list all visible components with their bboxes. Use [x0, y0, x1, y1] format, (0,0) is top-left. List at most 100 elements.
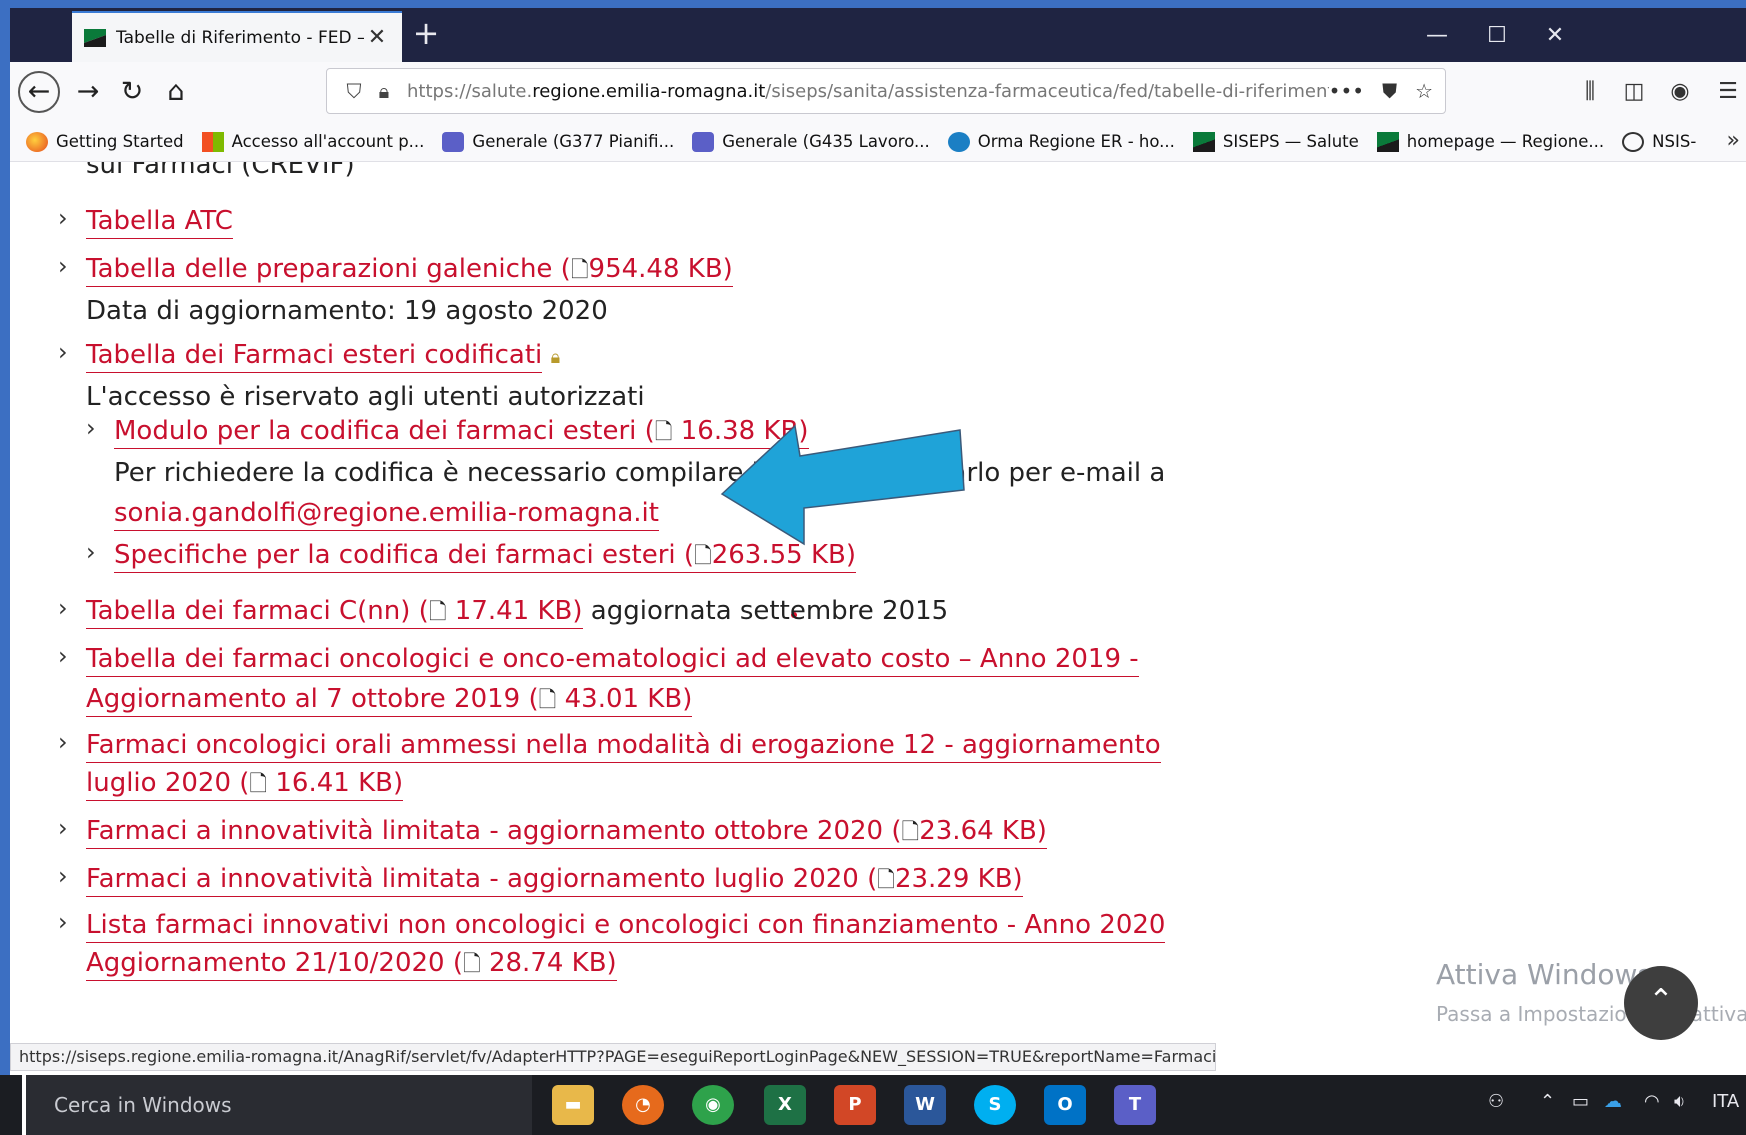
chevron-right-icon: ›: [58, 814, 68, 842]
teams-icon[interactable]: T: [1114, 1085, 1156, 1125]
bookmark-label: Getting Started: [56, 132, 184, 151]
link-farmaci-esteri[interactable]: Tabella dei Farmaci esteri codificati: [86, 340, 543, 373]
chrome-icon[interactable]: ◉: [692, 1085, 734, 1125]
bookmark-label: Orma Regione ER - ho...: [977, 132, 1175, 151]
page-content: sui Farmaci (CREVIF) › Tabella ATC › Tab…: [10, 162, 1746, 1055]
bookmarks-bar: Getting Started Accesso all'account p... G…: [10, 122, 1746, 162]
window-frame-left: [0, 0, 10, 1135]
more-bookmarks-icon[interactable]: »: [1727, 128, 1740, 153]
chevron-right-icon: ›: [58, 642, 68, 670]
maximize-button[interactable]: ☐: [1472, 18, 1522, 54]
activate-windows-title: Attiva Windows: [1436, 958, 1653, 991]
close-tab-icon[interactable]: ✕: [364, 25, 390, 50]
language-indicator[interactable]: ITA: [1712, 1091, 1739, 1112]
chevron-up-icon[interactable]: ⌃: [1540, 1091, 1555, 1112]
title-bar: Tabelle di Riferimento - FED — ✕ + — ☐ ✕: [10, 8, 1746, 62]
chevron-right-icon: ›: [58, 862, 68, 890]
scroll-to-top-button[interactable]: ⌃: [1624, 966, 1698, 1040]
link-oncologici-orali-line2[interactable]: luglio 2020 (🗋 16.41 KB): [86, 768, 404, 801]
cnn-note: aggiornata settembre 2015: [590, 596, 949, 626]
lock-icon[interactable]: 🔒︎: [369, 79, 399, 103]
link-oncologici-line2[interactable]: Aggiornamento al 7 ottobre 2019 (🗋 43.01…: [86, 684, 693, 717]
file-icon: 🗋: [877, 868, 895, 893]
powerpoint-icon[interactable]: P: [834, 1085, 876, 1125]
account-icon[interactable]: ◉: [1662, 74, 1698, 110]
shield-icon[interactable]: ⛉: [339, 79, 369, 103]
file-icon: 🗋: [901, 820, 920, 845]
bookmark-item[interactable]: SISEPS — Salute: [1192, 131, 1359, 152]
link-oncologici-line1[interactable]: Tabella dei farmaci oncologici e onco-em…: [86, 644, 1139, 677]
link-oncologici-orali-line1[interactable]: Farmaci oncologici orali ammessi nella m…: [86, 730, 1161, 763]
home-button[interactable]: ⌂: [156, 72, 196, 112]
excel-icon[interactable]: X: [764, 1085, 806, 1125]
bookmark-item[interactable]: homepage — Regione...: [1376, 131, 1605, 152]
link-tabella-atc[interactable]: Tabella ATC: [86, 206, 233, 239]
forward-button[interactable]: →: [68, 72, 108, 112]
chevron-right-icon: ›: [58, 728, 68, 756]
chevron-right-icon: ›: [86, 414, 96, 442]
new-tab-button[interactable]: +: [408, 16, 444, 52]
skype-icon[interactable]: S: [974, 1085, 1016, 1125]
library-icon[interactable]: ⫼: [1572, 74, 1608, 110]
outlook-icon[interactable]: O: [1044, 1085, 1086, 1125]
people-icon[interactable]: ⚇: [1488, 1091, 1504, 1112]
menu-icon[interactable]: ☰: [1710, 74, 1746, 110]
battery-icon[interactable]: ▭: [1572, 1091, 1589, 1112]
onedrive-icon[interactable]: ☁: [1604, 1091, 1622, 1112]
bookmark-label: Generale (G377 Pianifi...: [472, 132, 675, 151]
windows-search-box[interactable]: Cerca in Windows: [22, 1075, 532, 1135]
partial-heading: sui Farmaci (CREVIF): [86, 162, 355, 180]
firefox-icon[interactable]: ◔: [622, 1085, 664, 1125]
close-window-button[interactable]: ✕: [1530, 18, 1580, 54]
chevron-right-icon: ›: [58, 252, 68, 280]
reload-button[interactable]: ↻: [112, 72, 152, 112]
back-button[interactable]: ←: [18, 71, 60, 113]
link-farmaci-cnn[interactable]: Tabella dei farmaci C(nn) (🗋 17.41 KB): [86, 596, 583, 629]
word-icon[interactable]: W: [904, 1085, 946, 1125]
minimize-button[interactable]: —: [1412, 18, 1462, 54]
email-link[interactable]: sonia.gandolfi@regione.emilia-romagna.it: [114, 498, 659, 531]
bookmark-item[interactable]: Generale (G377 Pianifi...: [442, 131, 675, 152]
annotation-arrow: [720, 424, 965, 546]
volume-icon[interactable]: 🔉︎: [1674, 1091, 1685, 1112]
page-actions-icon[interactable]: •••: [1329, 79, 1364, 103]
bookmark-label: NSIS-: [1652, 132, 1697, 151]
bookmark-item[interactable]: Accesso all'account p...: [201, 131, 424, 152]
excel-file-icon: 🗋: [428, 600, 447, 625]
status-bar-url: https://siseps.regione.emilia-romagna.it…: [10, 1043, 1216, 1071]
bookmark-item[interactable]: Orma Regione ER - ho...: [947, 131, 1175, 152]
navigation-bar: ← → ↻ ⌂ ⛉ 🔒︎ https://salute.regione.emil…: [10, 62, 1746, 122]
teams-icon: [692, 131, 715, 152]
link-lista-innovativi-line2[interactable]: Aggiornamento 21/10/2020 (🗋 28.74 KB): [86, 948, 617, 981]
link-innovativita-luglio[interactable]: Farmaci a innovatività limitata - aggior…: [86, 864, 1023, 897]
bookmark-label: homepage — Regione...: [1406, 132, 1605, 151]
link-lista-innovativi-line1[interactable]: Lista farmaci innovativi non oncologici …: [86, 910, 1166, 943]
taskbar: Cerca in Windows ▬ ◔ ◉ X P W S O T ⚇ ⌃ ▭…: [0, 1075, 1746, 1135]
excel-file-icon: 🗋: [538, 688, 557, 713]
link-galeniche[interactable]: Tabella delle preparazioni galeniche (🗋9…: [86, 254, 733, 287]
modulo-note: Per richiedere la codifica è necessario …: [114, 458, 1166, 488]
bookmark-star-icon[interactable]: ☆: [1415, 79, 1433, 103]
url-text[interactable]: https://salute.regione.emilia-romagna.it…: [407, 81, 1329, 102]
region-flag-icon: [84, 28, 106, 47]
chevron-right-icon: ›: [58, 204, 68, 232]
bookmark-item[interactable]: Getting Started: [26, 131, 184, 152]
galeniche-date: Data di aggiornamento: 19 agosto 2020: [86, 296, 608, 326]
chevron-right-icon: ›: [58, 594, 68, 622]
tab-active[interactable]: Tabelle di Riferimento - FED — ✕: [72, 11, 402, 62]
address-bar[interactable]: ⛉ 🔒︎ https://salute.regione.emilia-romag…: [326, 68, 1446, 114]
chevron-right-icon: ›: [58, 338, 68, 366]
link-innovativita-ottobre[interactable]: Farmaci a innovatività limitata - aggior…: [86, 816, 1047, 849]
sharepoint-icon: [947, 131, 970, 152]
sidebar-icon[interactable]: ◫: [1616, 74, 1652, 110]
wifi-icon[interactable]: ◠: [1644, 1091, 1660, 1112]
link-modulo-codifica[interactable]: Modulo per la codifica dei farmaci ester…: [114, 416, 809, 449]
region-flag-icon: [1192, 131, 1215, 152]
bookmark-item[interactable]: NSIS-: [1622, 131, 1697, 152]
bookmark-label: Generale (G435 Lavoro...: [722, 132, 930, 151]
pdf-file-icon: 🗋: [694, 544, 712, 569]
teams-icon: [442, 131, 465, 152]
file-explorer-icon[interactable]: ▬: [552, 1085, 594, 1125]
pocket-icon[interactable]: ⛊: [1382, 79, 1397, 103]
bookmark-item[interactable]: Generale (G435 Lavoro...: [692, 131, 930, 152]
